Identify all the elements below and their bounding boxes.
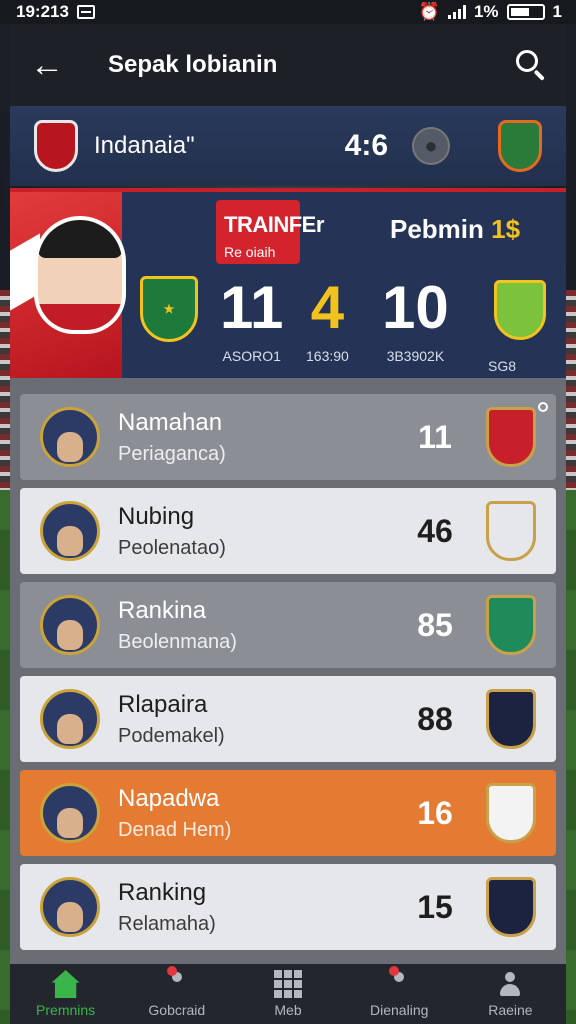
player-value: 85	[417, 606, 453, 643]
promo-value: 1$	[491, 214, 521, 244]
grid-icon	[274, 970, 302, 998]
player-avatar	[40, 501, 100, 561]
nav-item-dienaling[interactable]: Dienaling	[344, 964, 455, 1024]
player-portrait-avatar	[34, 216, 126, 334]
featured-transfer-card[interactable]: TRAINFEr Re oiaih Pebmin 1$ ★ 11 ASORO1 …	[10, 188, 566, 378]
club-badge-icon	[494, 280, 546, 340]
player-subtitle: Relamaha)	[118, 912, 216, 935]
club-crest-icon	[486, 407, 536, 467]
player-info: Ranking Relamaha)	[100, 879, 400, 936]
stat-2: 4 163:90	[306, 274, 349, 365]
club-crest-icon	[486, 595, 536, 655]
stat-3: 10 3B3902K	[382, 274, 449, 365]
player-info: Nubing Peolenatao)	[100, 503, 400, 560]
football-icon: ●	[412, 127, 450, 165]
home-icon	[51, 970, 80, 998]
away-crest-icon	[498, 120, 542, 172]
player-subtitle: Denad Hem)	[118, 818, 232, 841]
player-value: 88	[417, 700, 453, 737]
player-value: 46	[417, 512, 453, 549]
club-crest-icon	[486, 877, 536, 937]
list-indicator-dot	[538, 402, 548, 412]
stat-1: 11 ASORO1	[220, 274, 284, 365]
chat-icon	[385, 966, 413, 998]
player-info: Napadwa Denad Hem)	[100, 785, 400, 842]
promo-text: Pebmin	[390, 214, 484, 244]
page-title: Sepak lobianin	[108, 51, 278, 78]
team-name: Indanaia"	[94, 132, 195, 159]
bottom-nav: Premnins Gobcraid Meb Dienaling Raeine	[10, 964, 566, 1024]
player-row[interactable]: Napadwa Denad Hem) 16	[20, 770, 556, 856]
player-value: 15	[417, 888, 453, 925]
player-value: 11	[418, 418, 452, 455]
club-crest-icon: ★	[140, 276, 198, 342]
player-name: Ranking	[118, 878, 207, 906]
match-score-bar[interactable]: Indanaia" 4:6 ●	[10, 106, 566, 186]
nav-item-premnins[interactable]: Premnins	[10, 964, 121, 1024]
transfer-tag-sub: Re oiaih	[224, 244, 276, 260]
alarm-icon: ⏰	[418, 2, 440, 21]
match-score: 4:6	[344, 129, 388, 162]
player-avatar	[40, 783, 100, 843]
player-name: Namahan	[118, 408, 223, 436]
player-value: 16	[417, 794, 453, 831]
club-crest-icon	[486, 501, 536, 561]
player-avatar	[40, 595, 100, 655]
player-row[interactable]: Nubing Peolenatao) 46	[20, 488, 556, 574]
app-bar: ← Sepak lobianin	[10, 24, 566, 106]
club-crest-icon	[486, 689, 536, 749]
nav-item-raeine[interactable]: Raeine	[455, 964, 566, 1024]
profile-icon	[496, 970, 524, 998]
player-info: Rlapaira Podemakel)	[100, 691, 400, 748]
player-row[interactable]: Namahan Periaganca) 11	[20, 394, 556, 480]
battery-icon	[506, 4, 545, 20]
home-crest-icon	[34, 120, 78, 172]
player-avatar	[40, 689, 100, 749]
status-time: 19:213	[16, 2, 69, 21]
player-subtitle: Beolenmana)	[118, 630, 237, 653]
search-icon[interactable]	[514, 48, 548, 82]
player-row[interactable]: Ranking Relamaha) 15	[20, 864, 556, 950]
back-arrow-icon[interactable]: ←	[30, 46, 90, 85]
player-info: Rankina Beolenmana)	[100, 597, 400, 654]
nav-item-meb[interactable]: Meb	[232, 964, 343, 1024]
player-name: Rlapaira	[118, 690, 208, 718]
player-avatar	[40, 407, 100, 467]
player-list[interactable]: Namahan Periaganca) 11 Nubing Peolenatao) 46 R…	[10, 378, 566, 964]
player-subtitle: Periaganca)	[118, 442, 226, 465]
player-subtitle: Podemakel)	[118, 724, 225, 747]
transfer-tag: TRAINFEr Re oiaih	[216, 200, 324, 264]
player-subtitle: Peolenatao)	[118, 536, 226, 559]
status-right: ⏰ 1% 1	[419, 2, 562, 22]
player-name: Rankina	[118, 596, 207, 624]
team-icon	[163, 966, 191, 998]
nav-item-gobcraid[interactable]: Gobcraid	[121, 964, 232, 1024]
status-extra: 1	[552, 2, 562, 21]
player-avatar	[40, 877, 100, 937]
transfer-tag-title: TRAINFEr	[224, 212, 324, 237]
status-left: 19:213	[16, 2, 95, 22]
battery-percent: 1%	[473, 2, 499, 21]
promo-label: Pebmin 1$	[390, 214, 520, 245]
player-name: Nubing	[118, 502, 195, 530]
player-row[interactable]: Rlapaira Podemakel) 88	[20, 676, 556, 762]
player-row[interactable]: Rankina Beolenmana) 85	[20, 582, 556, 668]
notification-icon	[76, 5, 95, 19]
player-name: Napadwa	[118, 784, 220, 812]
status-bar: 19:213 ⏰ 1% 1	[0, 0, 576, 24]
signal-icon	[447, 5, 466, 19]
club-crest-icon	[486, 783, 536, 843]
player-info: Namahan Periaganca)	[100, 409, 400, 466]
